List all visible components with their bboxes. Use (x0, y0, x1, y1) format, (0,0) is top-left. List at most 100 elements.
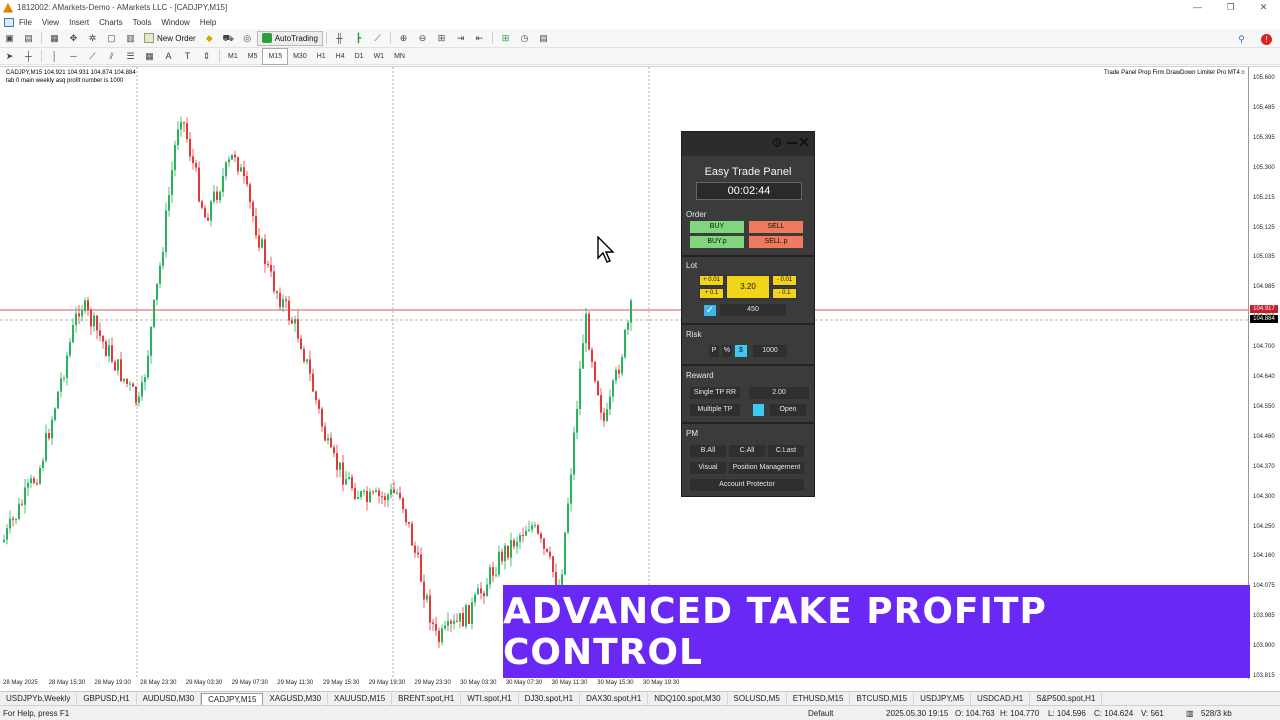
zoom-out-icon[interactable]: ⊖ (415, 32, 430, 45)
chart-tab[interactable]: BTCUSD,M15 (850, 692, 915, 705)
account-protector-button[interactable]: Account Protector (690, 479, 804, 491)
lot-minus-01-button[interactable]: - 0.1 (772, 288, 797, 299)
auto-trading-button[interactable]: AutoTrading (256, 30, 323, 46)
lot-value[interactable]: 3.20 (726, 275, 770, 299)
panel-header[interactable]: ⚙ ✕ (682, 132, 814, 156)
maximize-button[interactable]: ❐ (1214, 0, 1247, 15)
market-icon[interactable]: ⛟ (221, 32, 236, 45)
timeframe-m30[interactable]: M30 (288, 49, 312, 64)
close-all-button[interactable]: C.All (729, 445, 765, 457)
fibonacci-icon[interactable]: ☰ (123, 50, 138, 63)
gear-icon[interactable]: ⚙ (771, 136, 783, 149)
candlestick-icon[interactable]: ┣ (351, 32, 366, 45)
sell-button[interactable]: SELL (749, 221, 803, 233)
price-axis[interactable]: 105.600 105.485 105.395 105.300 105.215 105.1… (1248, 67, 1280, 679)
tile-windows-icon[interactable]: ⊞ (434, 32, 449, 45)
alert-icon[interactable]: ! (1261, 34, 1272, 45)
chart-tab[interactable]: GBPUSD,H1 (77, 692, 137, 705)
chart-tab[interactable]: WTI.spot,H1 (461, 692, 519, 705)
status-profile[interactable]: Default (808, 709, 833, 718)
buy-button[interactable]: BUY (690, 221, 744, 233)
data-window-icon[interactable]: ✥ (66, 32, 81, 45)
chart-tab[interactable]: AUDUSD,M30 (137, 692, 202, 705)
chart-shift-icon[interactable]: ⇥ (453, 32, 468, 45)
risk-value-input[interactable]: 1000 (753, 345, 787, 357)
terminal-icon[interactable]: ▢ (104, 32, 119, 45)
risk-dollar-toggle[interactable]: $ (735, 345, 747, 357)
timeframe-d1[interactable]: D1 (350, 49, 369, 64)
single-tp-value-input[interactable]: 2.00 (749, 387, 809, 399)
multiple-tp-button[interactable]: Multiple TP (690, 404, 740, 416)
templates-icon[interactable]: ▤ (536, 32, 551, 45)
menu-help[interactable]: Help (200, 18, 226, 27)
single-tp-button[interactable]: Single TP RR (690, 387, 740, 399)
menu-charts[interactable]: Charts (99, 18, 133, 27)
chart-tab[interactable]: XAGUSD,M30 (263, 692, 329, 705)
chart-tab[interactable]: DJ30.spot,H1 (519, 692, 581, 705)
navigator-icon[interactable]: ✲ (85, 32, 100, 45)
chart-tab[interactable]: USDJPY,M5 (914, 692, 972, 705)
chart-tab[interactable]: NDQ100.spot,M30 (648, 692, 728, 705)
vertical-line-icon[interactable]: │ (47, 50, 62, 63)
minimize-button[interactable]: — (1181, 0, 1214, 15)
timeframe-m1[interactable]: M1 (223, 49, 243, 64)
crosshair-icon[interactable]: ┼ (21, 50, 36, 63)
trendline-icon[interactable]: ⟋ (85, 50, 100, 63)
timeframe-h4[interactable]: H4 (331, 49, 350, 64)
risk-percent-toggle[interactable]: % (722, 345, 732, 357)
chart-tab[interactable]: XAUUSD,M15 (328, 692, 393, 705)
profiles-icon[interactable]: ▤ (21, 32, 36, 45)
zoom-in-icon[interactable]: ⊕ (396, 32, 411, 45)
lot-plus-01-button[interactable]: + 0.1 (699, 288, 724, 299)
line-chart-icon[interactable]: ⟋ (370, 32, 385, 45)
menu-tools[interactable]: Tools (133, 18, 162, 27)
signals-icon[interactable]: ◎ (240, 32, 255, 45)
bar-chart-icon[interactable]: ╫ (332, 32, 347, 45)
minimize-panel-icon[interactable] (787, 142, 797, 144)
buy-all-button[interactable]: B.All (690, 445, 726, 457)
lot-points-input[interactable]: 450 (720, 304, 786, 316)
menu-insert[interactable]: Insert (69, 18, 99, 27)
sell-pending-button[interactable]: SELL.p (749, 236, 803, 248)
menu-file[interactable]: File (19, 18, 42, 27)
chart-tab[interactable]: USDCAD,H1 (971, 692, 1031, 705)
open-tp-button[interactable]: Open (770, 404, 806, 416)
buy-pending-button[interactable]: BUY.p (690, 236, 744, 248)
chart-tab[interactable]: DAX30.spot,H1 (580, 692, 649, 705)
lot-plus-001-button[interactable]: + 0.01 (699, 275, 724, 286)
cursor-icon[interactable]: ➤ (2, 50, 17, 63)
chart-tab[interactable]: CADJPY,M15 (201, 692, 264, 705)
multiple-tp-toggle[interactable] (753, 404, 764, 416)
timeframe-m15[interactable]: M15 (262, 47, 289, 65)
visual-button[interactable]: Visual (690, 462, 726, 474)
autoscroll-icon[interactable]: ⇤ (472, 32, 487, 45)
risk-points-toggle[interactable]: P (709, 345, 719, 357)
new-order-button[interactable]: New Order (140, 31, 200, 46)
expert-advisor-label[interactable]: Trade Panel Prop Firm DrawDown Limiter P… (1104, 70, 1246, 76)
menu-window[interactable]: Window (161, 18, 199, 27)
periods-icon[interactable]: ◷ (517, 32, 532, 45)
text-icon[interactable]: A (161, 50, 176, 63)
strategy-tester-icon[interactable]: ▥ (123, 32, 138, 45)
lot-minus-001-button[interactable]: - 0.01 (772, 275, 797, 286)
market-watch-icon[interactable]: ▦ (47, 32, 62, 45)
meta-editor-icon[interactable]: ◆ (202, 32, 217, 45)
timeframe-mn[interactable]: MN (389, 49, 410, 64)
timeframe-w1[interactable]: W1 (369, 49, 390, 64)
position-management-button[interactable]: Position Management (729, 462, 804, 474)
document-icon[interactable] (4, 17, 14, 27)
horizontal-line-icon[interactable]: ─ (66, 50, 81, 63)
chart-tab[interactable]: BRENT.spot,H1 (392, 692, 462, 705)
indicators-icon[interactable]: ⊞ (498, 32, 513, 45)
close-window-button[interactable]: ✕ (1247, 0, 1280, 15)
search-icon[interactable]: ⚲ (1234, 33, 1249, 46)
chart-tab[interactable]: S&P500.spot,H1 (1030, 692, 1103, 705)
lot-checkbox[interactable]: ✓ (704, 305, 716, 316)
menu-view[interactable]: View (42, 18, 69, 27)
text-label-icon[interactable]: T (180, 50, 195, 63)
close-panel-icon[interactable]: ✕ (798, 135, 810, 149)
chart-tab[interactable]: ETHUSD,M15 (787, 692, 851, 705)
chart-tab[interactable]: USDJPYb,Weekly (0, 692, 78, 705)
close-last-button[interactable]: C.Last (768, 445, 804, 457)
channel-icon[interactable]: ⫽ (104, 50, 119, 63)
